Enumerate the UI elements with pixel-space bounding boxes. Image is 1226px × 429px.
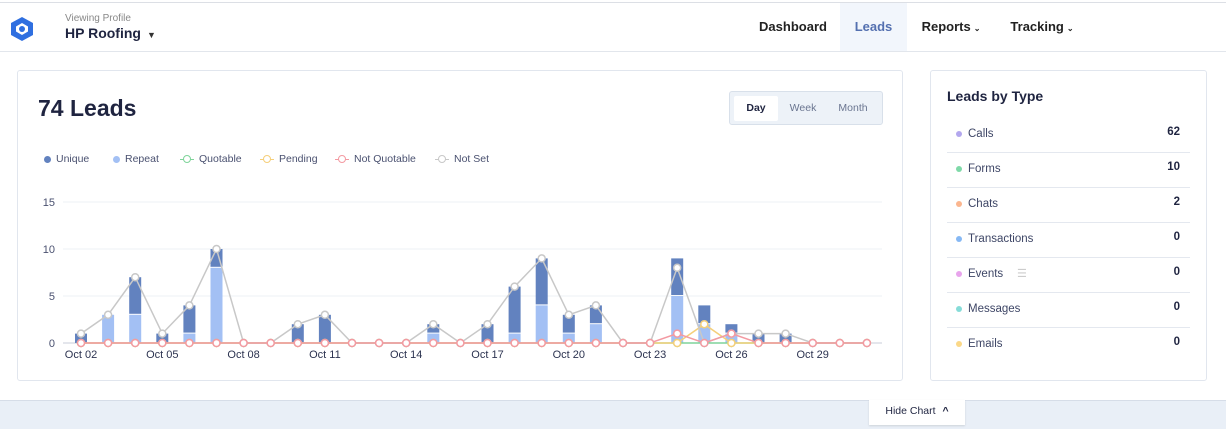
- toggle-month[interactable]: Month: [828, 96, 878, 121]
- line-marker-icon: [335, 155, 349, 163]
- type-label: Forms: [968, 163, 1001, 175]
- legend-unique[interactable]: Unique: [44, 153, 89, 165]
- type-label: Chats: [968, 198, 999, 210]
- nav-leads[interactable]: Leads: [840, 3, 907, 51]
- legend-label: Not Quotable: [354, 153, 416, 165]
- profile-name: HP Roofing: [65, 25, 141, 41]
- list-icon: ☰: [1017, 268, 1027, 280]
- type-count: 0: [1173, 301, 1180, 313]
- period-toggle: Day Week Month: [729, 91, 883, 125]
- type-color-dot-icon: [956, 271, 962, 277]
- legend-pending[interactable]: Pending: [260, 153, 318, 165]
- lead-type-row-calls[interactable]: Calls 62: [947, 118, 1190, 153]
- repeat-dot-icon: [113, 155, 120, 163]
- lead-type-row-messages[interactable]: Messages 0: [947, 293, 1190, 328]
- line-marker-icon: [435, 155, 449, 163]
- hide-chart-label: Hide Chart: [885, 405, 936, 417]
- chevron-down-icon: ⌄: [1066, 24, 1074, 33]
- type-color-dot-icon: [956, 341, 962, 347]
- legend-not-set[interactable]: Not Set: [435, 153, 489, 165]
- type-label: Transactions: [968, 233, 1034, 245]
- unique-dot-icon: [44, 155, 51, 163]
- type-count: 0: [1173, 266, 1180, 278]
- legend-repeat[interactable]: Repeat: [113, 153, 159, 165]
- type-count: 10: [1167, 161, 1180, 173]
- lead-type-row-events[interactable]: Events ☰ 0: [947, 258, 1190, 293]
- nav-tracking-label: Tracking: [1010, 19, 1064, 34]
- logo-icon[interactable]: [10, 16, 34, 42]
- type-label: Emails: [968, 338, 1003, 350]
- type-color-dot-icon: [956, 166, 962, 172]
- lead-type-row-chats[interactable]: Chats 2: [947, 188, 1190, 223]
- nav-dashboard[interactable]: Dashboard: [752, 3, 834, 51]
- legend-label: Unique: [56, 153, 90, 165]
- caret-down-icon: ▼: [146, 30, 156, 40]
- type-label: Events: [968, 268, 1004, 280]
- line-marker-icon: [180, 155, 194, 163]
- nav-reports-label: Reports: [921, 19, 971, 34]
- legend-label: Quotable: [199, 153, 242, 165]
- footer-band: [0, 400, 1226, 429]
- legend-label: Not Set: [454, 153, 490, 165]
- profile-selector[interactable]: HP Roofing ▼: [65, 25, 156, 41]
- type-count: 2: [1173, 196, 1180, 208]
- type-color-dot-icon: [956, 131, 962, 137]
- type-label: Calls: [968, 128, 994, 140]
- type-color-dot-icon: [956, 236, 962, 242]
- legend-label: Pending: [279, 153, 318, 165]
- nav-tracking[interactable]: Tracking ⌄: [1002, 3, 1082, 51]
- line-marker-icon: [260, 155, 274, 163]
- type-color-dot-icon: [956, 201, 962, 207]
- header: Viewing Profile HP Roofing ▼ Dashboard Le…: [0, 3, 1226, 52]
- hide-chart-button[interactable]: Hide Chart ^: [869, 400, 965, 425]
- viewing-profile-label: Viewing Profile: [65, 13, 131, 24]
- lead-type-row-forms[interactable]: Forms 10: [947, 153, 1190, 188]
- type-count: 0: [1173, 231, 1180, 243]
- type-label: Messages: [968, 303, 1021, 315]
- type-count: 62: [1167, 126, 1180, 138]
- legend-not-quotable[interactable]: Not Quotable: [335, 153, 416, 165]
- toggle-day[interactable]: Day: [734, 96, 778, 121]
- lead-type-row-emails[interactable]: Emails 0: [947, 328, 1190, 363]
- type-color-dot-icon: [956, 306, 962, 312]
- chevron-down-icon: ⌄: [973, 24, 981, 33]
- leads-by-type-title: Leads by Type: [947, 88, 1044, 104]
- toggle-week[interactable]: Week: [780, 96, 826, 121]
- leads-count-title: 74 Leads: [38, 95, 137, 121]
- chevron-up-icon: ^: [942, 405, 949, 417]
- legend-quotable[interactable]: Quotable: [180, 153, 242, 165]
- lead-type-row-transactions[interactable]: Transactions 0: [947, 223, 1190, 258]
- nav-reports[interactable]: Reports ⌄: [914, 3, 988, 51]
- legend-label: Repeat: [125, 153, 159, 165]
- type-count: 0: [1173, 336, 1180, 348]
